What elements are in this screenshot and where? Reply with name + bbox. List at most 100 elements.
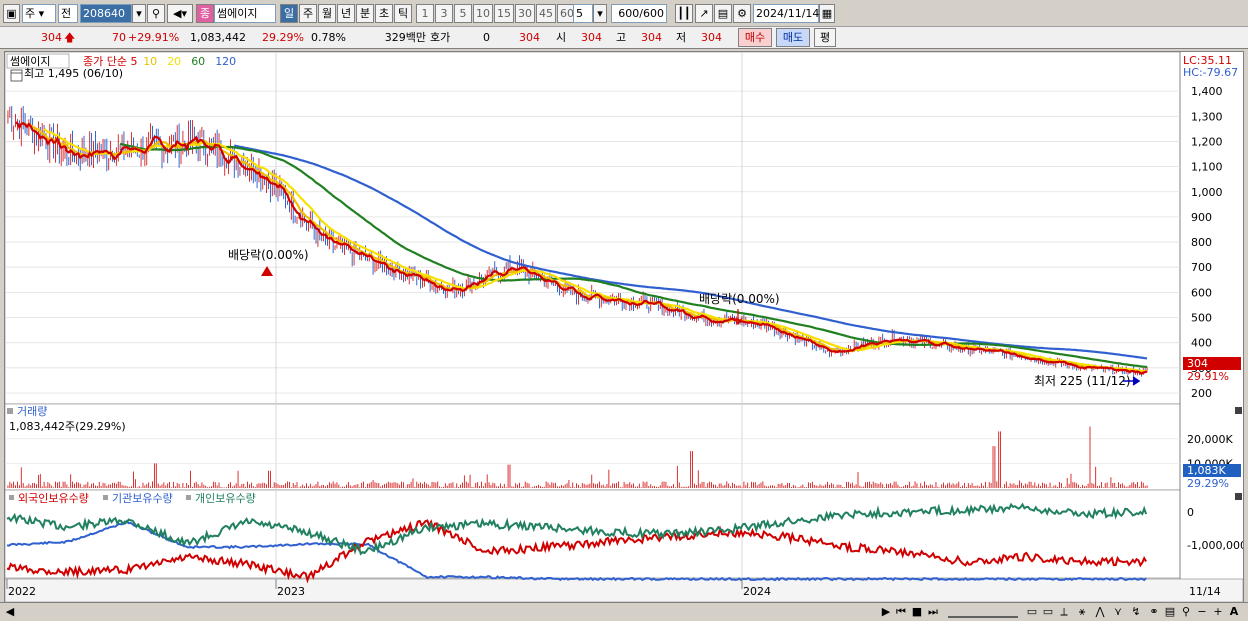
price-tick-8: 1,000	[1191, 186, 1223, 199]
name-badge: 종	[196, 4, 214, 23]
scroll-left-icon[interactable]: ◀	[4, 606, 16, 618]
interval-button-15[interactable]: 15	[494, 4, 514, 23]
period-tab-0[interactable]: 일	[280, 4, 298, 23]
x-label-0: 2022	[8, 585, 36, 598]
open-label: 시	[556, 31, 567, 44]
price-tick-0: 200	[1191, 387, 1212, 400]
scroll-right-icon[interactable]: ▶	[880, 606, 892, 618]
search-icon[interactable]: ⚲	[147, 4, 165, 23]
zoom-in-icon[interactable]: +	[1212, 606, 1224, 618]
interval-button-10[interactable]: 10	[473, 4, 493, 23]
price-tick-12: 1,400	[1191, 85, 1223, 98]
candle-icon[interactable]: ┃┃	[675, 4, 693, 23]
tool-icon-3[interactable]: ⟂	[1058, 606, 1070, 618]
up-arrow-icon: 🡅	[64, 31, 76, 44]
chart-tool-icon[interactable]: ↗	[695, 4, 713, 23]
code-dropdown-icon[interactable]: ▾	[132, 4, 146, 23]
sell-button[interactable]: 매도	[776, 28, 810, 47]
interval-button-5[interactable]: 5	[454, 4, 472, 23]
interval-button-45[interactable]: 45	[536, 4, 556, 23]
count-dropdown-icon[interactable]: ▾	[593, 4, 607, 23]
price-tick-6: 800	[1191, 236, 1212, 249]
price-tick-3: 500	[1191, 312, 1212, 325]
prefix-field[interactable]: 전	[58, 4, 78, 23]
bottom-scroll-bar: ◀ ▶ ⏮ ■ ⏭ ▭ ▭ ⟂ ⚹ ⋀ ⋎ ↯ ⚭ ▤ ⚲ − + A	[0, 602, 1248, 621]
window-icon[interactable]: ▣	[3, 4, 20, 23]
fast-forward-icon[interactable]: ⏭	[927, 606, 939, 618]
chart-area[interactable]: 썸에이지 종가 단순 5 10 20 60 120 최고 1,495 (06/10) L…	[4, 51, 1247, 603]
font-size-icon[interactable]: A	[1228, 606, 1240, 618]
market-select[interactable]: 주 ▾	[22, 4, 56, 23]
period-tab-5[interactable]: 초	[375, 4, 393, 23]
interval-button-3[interactable]: 3	[435, 4, 453, 23]
hoga-price: 304	[519, 31, 540, 44]
buy-button[interactable]: 매수	[738, 28, 772, 47]
stock-chart-svg[interactable]: 썸에이지 종가 단순 5 10 20 60 120 최고 1,495 (06/10) L…	[4, 51, 1247, 603]
price-tick-9: 1,100	[1191, 161, 1223, 174]
period-tab-6[interactable]: 틱	[394, 4, 412, 23]
holding-tick-1: -1,000,000	[1187, 539, 1243, 552]
legend-item-1: 10	[143, 55, 157, 68]
gear-icon[interactable]: ⚙	[733, 4, 751, 23]
current-price-tag-text: 304	[1187, 357, 1208, 370]
price-tick-7: 900	[1191, 211, 1212, 224]
holding-legend-1: 기관보유수량	[112, 492, 173, 505]
stock-code-input[interactable]: 208640	[80, 4, 132, 23]
speaker-icon[interactable]: ◀▾	[167, 4, 193, 23]
volume-value-text: 1,083,442주(29.29%)	[9, 420, 126, 433]
interval-button-30[interactable]: 30	[515, 4, 535, 23]
amount: 329백만	[384, 31, 426, 44]
current-price: 304	[41, 31, 62, 44]
tool-icon-1[interactable]: ▭	[1026, 606, 1038, 618]
volume-panel	[4, 403, 1181, 491]
price-tick-4: 600	[1191, 286, 1212, 299]
tool-icon-2[interactable]: ▭	[1042, 606, 1054, 618]
volume-close-icon[interactable]	[1235, 407, 1242, 414]
interval-button-1[interactable]: 1	[416, 4, 434, 23]
tool-icon-4[interactable]: ⚹	[1076, 606, 1088, 618]
period-tab-1[interactable]: 주	[299, 4, 317, 23]
stop-icon[interactable]: ■	[911, 606, 923, 618]
main-toolbar: ▣ 주 ▾ 전 208640 ▾ ⚲ ◀▾ 종 썸에이지 일주월년분초틱 135…	[0, 0, 1248, 27]
open-value: 304	[581, 31, 602, 44]
dividend-note-1: 배당락(0.00%)	[228, 248, 309, 262]
zoom-slider[interactable]	[948, 606, 1018, 618]
quote-bar: 304 🡅 70 +29.91% 1,083,442 29.29% 0.78% …	[0, 27, 1248, 49]
price-tick-5: 700	[1191, 261, 1212, 274]
price-tick-11: 1,300	[1191, 110, 1223, 123]
save-icon[interactable]: ▤	[714, 4, 732, 23]
tool-icon-5[interactable]: ⋀	[1094, 606, 1106, 618]
date-input[interactable]: 2024/11/14	[753, 4, 819, 23]
price-tick-10: 1,200	[1191, 135, 1223, 148]
zoom-out-icon[interactable]: −	[1196, 606, 1208, 618]
tool-icon-8[interactable]: ⚭	[1148, 606, 1160, 618]
range-field[interactable]: 600/600	[611, 4, 667, 23]
hoga-value: 0	[483, 31, 490, 44]
current-pct-text: 29.91%	[1187, 370, 1229, 383]
high-value: 304	[641, 31, 662, 44]
high-label: 고	[616, 31, 627, 44]
avg-button[interactable]: 평	[814, 28, 836, 47]
calendar-icon[interactable]: ▦	[819, 4, 835, 23]
x-end-label: 11/14	[1189, 585, 1221, 598]
rewind-icon[interactable]: ⏮	[895, 606, 907, 618]
period-tab-4[interactable]: 분	[356, 4, 374, 23]
tool-icon-9[interactable]: ▤	[1164, 606, 1176, 618]
price-change: 70	[112, 31, 126, 44]
x-axis	[4, 578, 1244, 603]
low-value: 304	[701, 31, 722, 44]
tool-icon-7[interactable]: ↯	[1130, 606, 1142, 618]
holding-close-icon[interactable]	[1235, 493, 1242, 500]
period-tab-2[interactable]: 월	[318, 4, 336, 23]
count-input[interactable]: 5	[573, 4, 593, 23]
period-tab-3[interactable]: 년	[337, 4, 355, 23]
price-change-pct: +29.91%	[128, 31, 180, 44]
calendar-icon[interactable]	[10, 69, 23, 82]
magnifier-icon[interactable]: ⚲	[1180, 606, 1192, 618]
hoga-label: 호가	[430, 31, 451, 44]
volume-pct: 29.29%	[262, 31, 304, 44]
volume-pct-text: 29.29%	[1187, 477, 1229, 490]
legend-item-4: 120	[215, 55, 236, 68]
low-label: 저	[676, 31, 687, 44]
tool-icon-6[interactable]: ⋎	[1112, 606, 1124, 618]
